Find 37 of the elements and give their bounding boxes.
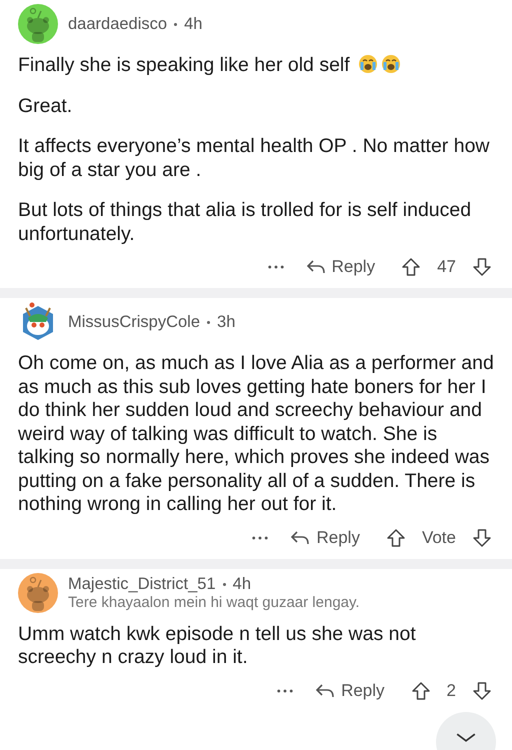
separator-dot bbox=[174, 22, 178, 26]
crying-face-icon bbox=[358, 54, 378, 74]
more-options-icon[interactable] bbox=[268, 265, 284, 269]
author-name[interactable]: MissusCrispyCole bbox=[68, 312, 200, 332]
comment-text: Finally she is speaking like her old self bbox=[18, 54, 350, 76]
more-options-icon[interactable] bbox=[277, 688, 294, 692]
more-options-icon[interactable] bbox=[252, 536, 268, 540]
reply-button[interactable]: Reply bbox=[315, 680, 385, 700]
user-flair: Tere khayaalon mein hi waqt guzaar lengay. bbox=[68, 594, 360, 610]
comment-text: It affects everyone’s mental health OP . No matter how big of a star you are . bbox=[18, 135, 490, 180]
author-name[interactable]: Majestic_District_51 bbox=[68, 574, 216, 594]
chevron-down-icon bbox=[455, 732, 477, 743]
comment-text: Umm watch kwk episode n tell us she was not screechy n crazy loud in it. bbox=[18, 622, 416, 668]
comment-text: But lots of things that alia is trolled for is self induced unfortunately. bbox=[18, 199, 472, 244]
comment-time: 3h bbox=[217, 312, 236, 332]
downvote-icon[interactable] bbox=[472, 528, 492, 548]
comment-text: Oh come on, as much as I love Alia as a performer and as much as this sub loves getting hate boners for her I do think her sudden loud and screechy behaviour and weird way of talking was difficult to watch. She is talking so normally here, which proves she indeed was putting on a fake personality all of a sudden. There is nothing wrong in calling her out for it. bbox=[18, 352, 494, 515]
reply-button[interactable]: Reply bbox=[290, 528, 360, 548]
reply-icon bbox=[306, 259, 326, 275]
author-name[interactable]: daardaedisco bbox=[68, 14, 168, 34]
upvote-icon[interactable] bbox=[386, 528, 406, 548]
reply-icon bbox=[290, 530, 310, 546]
upvote-icon[interactable] bbox=[401, 257, 422, 277]
downvote-icon[interactable] bbox=[472, 257, 492, 277]
downvote-icon[interactable] bbox=[472, 680, 492, 700]
comment-time: 4h bbox=[184, 14, 202, 34]
comment-text: Great. bbox=[18, 94, 72, 116]
crying-face-icon bbox=[381, 54, 402, 74]
upvote-icon[interactable] bbox=[410, 680, 431, 700]
vote-count: Vote bbox=[422, 528, 456, 548]
reply-button[interactable]: Reply bbox=[306, 257, 376, 277]
vote-count: 2 bbox=[446, 680, 456, 700]
comment-time: 4h bbox=[232, 574, 251, 594]
reply-icon bbox=[315, 682, 336, 698]
separator-dot bbox=[222, 582, 226, 586]
separator-dot bbox=[207, 320, 210, 324]
vote-count: 47 bbox=[437, 257, 456, 277]
